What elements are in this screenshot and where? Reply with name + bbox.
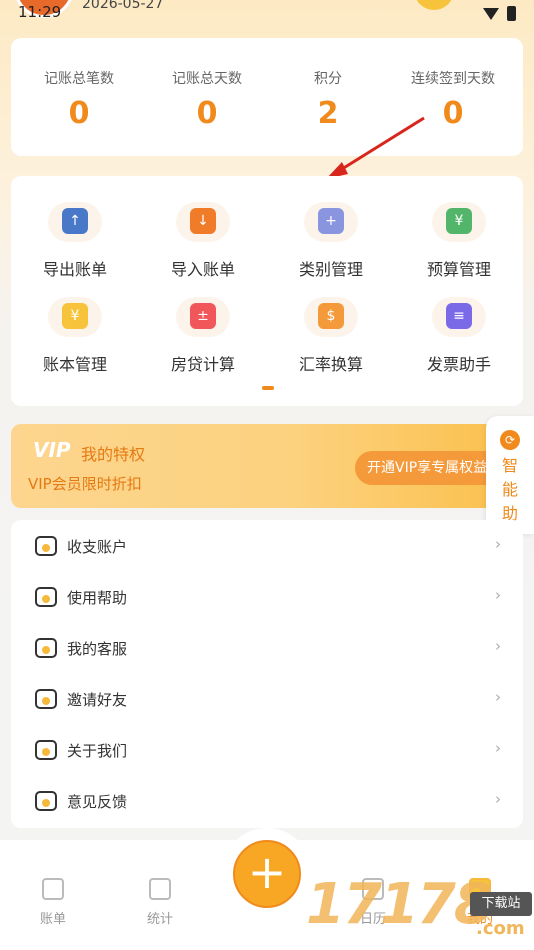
menu-item-accounts[interactable]: 收支账户 ›: [11, 521, 523, 572]
stat-label: 记账总天数: [172, 71, 242, 87]
tab-label: 账单: [39, 912, 66, 927]
tool-label: 导入账单: [170, 260, 235, 279]
calculator-icon: ±: [190, 303, 216, 329]
tools-card: ↑ 导出账单 ↓ 导入账单 + 类别管理 ¥ 预算管理 ¥ 账本管理 ± 房贷计…: [11, 176, 523, 406]
ledger-icon: ¥: [62, 303, 88, 329]
add-record-button[interactable]: +: [233, 840, 301, 908]
feedback-icon: [35, 791, 57, 811]
menu-label: 关于我们: [67, 742, 128, 760]
tool-invoice[interactable]: ≡ 发票助手: [395, 297, 523, 375]
menu-label: 我的客服: [67, 640, 128, 658]
invoice-icon: ≡: [446, 303, 472, 329]
watermark-domain: .com: [476, 918, 525, 939]
wifi-icon: [483, 7, 499, 20]
tool-export-bill[interactable]: ↑ 导出账单: [11, 202, 139, 280]
tool-label: 房贷计算: [170, 355, 235, 374]
battery-icon: [507, 6, 516, 21]
refresh-icon: ⟳: [500, 430, 520, 450]
page-indicator: [262, 386, 274, 390]
settings-menu: 收支账户 › 使用帮助 › 我的客服 › 邀请好友 › 关于我们 › 意见反馈 …: [11, 520, 523, 828]
status-bar: 11:29 2026-05-27: [0, 0, 534, 26]
import-icon: ↓: [190, 208, 216, 234]
exchange-icon: $: [318, 303, 344, 329]
stat-label: 连续签到天数: [411, 71, 495, 87]
tool-label: 类别管理: [298, 260, 363, 279]
chevron-right-icon: ›: [495, 790, 501, 808]
stat-label: 记账总笔数: [44, 71, 114, 87]
sign-in-icon[interactable]: [414, 0, 454, 10]
stat-label: 积分: [314, 71, 342, 87]
status-date: 2026-05-27: [82, 0, 164, 12]
stat-total-entries: 记账总笔数 0: [15, 68, 143, 131]
tool-ledger[interactable]: ¥ 账本管理: [11, 297, 139, 375]
tool-label: 导出账单: [42, 260, 107, 279]
watermark-tag: 下载站: [470, 892, 532, 916]
vip-title: 我的特权: [81, 445, 146, 464]
wallet-icon: [35, 536, 57, 556]
user-add-icon: [35, 689, 57, 709]
tab-stats[interactable]: 统计: [130, 878, 190, 927]
stat-total-days: 记账总天数 0: [143, 68, 271, 131]
menu-item-invite[interactable]: 邀请好友 ›: [11, 674, 523, 725]
chart-icon: [149, 878, 171, 900]
export-icon: ↑: [62, 208, 88, 234]
book-icon: [35, 587, 57, 607]
menu-label: 邀请好友: [67, 691, 128, 709]
menu-item-service[interactable]: 我的客服 ›: [11, 623, 523, 674]
tool-label: 预算管理: [426, 260, 491, 279]
status-indicators: [483, 6, 516, 21]
tool-exchange[interactable]: $ 汇率换算: [267, 297, 395, 375]
chevron-right-icon: ›: [495, 586, 501, 604]
info-icon: [35, 740, 57, 760]
budget-icon: ¥: [446, 208, 472, 234]
vip-logo: VIP: [33, 438, 71, 462]
menu-label: 收支账户: [67, 538, 128, 556]
tool-label: 发票助手: [426, 355, 491, 374]
tab-bill[interactable]: 账单: [23, 878, 83, 927]
category-icon: +: [318, 208, 344, 234]
chevron-right-icon: ›: [495, 739, 501, 757]
vip-subtitle: VIP会员限时折扣: [28, 475, 142, 493]
red-arrow-annotation: [326, 116, 425, 179]
tool-mortgage[interactable]: ± 房贷计算: [139, 297, 267, 375]
chevron-right-icon: ›: [495, 535, 501, 553]
menu-item-help[interactable]: 使用帮助 ›: [11, 572, 523, 623]
menu-item-feedback[interactable]: 意见反馈 ›: [11, 776, 523, 827]
menu-label: 意见反馈: [67, 793, 128, 811]
status-time: 11:29: [18, 3, 62, 21]
smart-assistant-tab[interactable]: ⟳ 智能助: [486, 416, 534, 534]
chevron-right-icon: ›: [495, 688, 501, 706]
stat-value: 0: [68, 96, 90, 131]
menu-label: 使用帮助: [67, 589, 128, 607]
stats-card: 记账总笔数 0 记账总天数 0 积分 2 连续签到天数 0: [11, 38, 523, 156]
menu-item-about[interactable]: 关于我们 ›: [11, 725, 523, 776]
tool-label: 账本管理: [42, 355, 107, 374]
tab-label: 统计: [146, 912, 173, 927]
tool-label: 汇率换算: [298, 355, 363, 374]
tool-import-bill[interactable]: ↓ 导入账单: [139, 202, 267, 280]
tool-category[interactable]: + 类别管理: [267, 202, 395, 280]
vip-banner[interactable]: VIP 我的特权 VIP会员限时折扣 开通VIP享专属权益: [11, 424, 523, 508]
smart-assistant-label: 智能助: [501, 456, 518, 523]
tool-budget[interactable]: ¥ 预算管理: [395, 202, 523, 280]
stat-value: 0: [196, 96, 218, 131]
chevron-right-icon: ›: [495, 637, 501, 655]
bill-icon: [42, 878, 64, 900]
chat-icon: [35, 638, 57, 658]
